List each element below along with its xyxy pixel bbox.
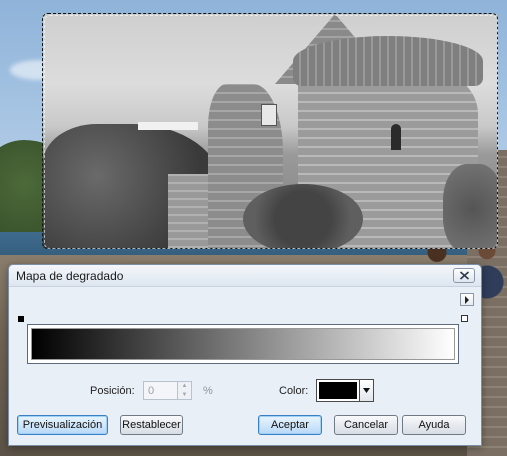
spin-up-icon[interactable]: ▲	[178, 382, 191, 391]
position-label: Posición:	[90, 385, 135, 397]
position-input[interactable]	[143, 381, 178, 400]
ok-button[interactable]: Aceptar	[258, 415, 322, 435]
dialog-title: Mapa de degradado	[16, 269, 124, 283]
bush	[443, 164, 497, 248]
color-swatch[interactable]	[316, 379, 360, 402]
triangle-right-icon	[465, 295, 469, 304]
small-door	[261, 104, 277, 126]
distant-building	[138, 122, 198, 130]
color-stop-start[interactable]	[18, 316, 24, 322]
close-button[interactable]	[453, 268, 475, 283]
color-stop-end[interactable]	[461, 315, 468, 322]
spin-down-icon[interactable]: ▼	[178, 391, 191, 400]
dialog-titlebar[interactable]: Mapa de degradado	[9, 265, 481, 287]
gradient-bar[interactable]	[31, 328, 455, 360]
color-dropdown-button[interactable]	[360, 379, 374, 402]
chapel-window	[391, 124, 401, 150]
position-stepper[interactable]: ▲ ▼	[178, 381, 192, 400]
gradient-options-button[interactable]	[460, 293, 474, 306]
color-swatch-fill	[319, 382, 357, 399]
reset-button[interactable]: Restablecer	[120, 415, 183, 435]
chevron-down-icon	[363, 388, 370, 393]
grayscale-preview-area	[43, 14, 497, 248]
help-button[interactable]: Ayuda	[402, 415, 466, 435]
gradient-preview-frame	[27, 324, 459, 364]
cancel-button[interactable]: Cancelar	[334, 415, 398, 435]
bush	[243, 184, 363, 248]
dome-roof	[293, 36, 483, 86]
color-label: Color:	[279, 385, 309, 397]
percent-label: %	[203, 385, 213, 397]
preview-button[interactable]: Previsualización	[17, 415, 108, 435]
close-icon	[459, 271, 469, 280]
gradient-map-dialog: Mapa de degradado Posición: ▲ ▼ % Color:…	[8, 264, 482, 446]
